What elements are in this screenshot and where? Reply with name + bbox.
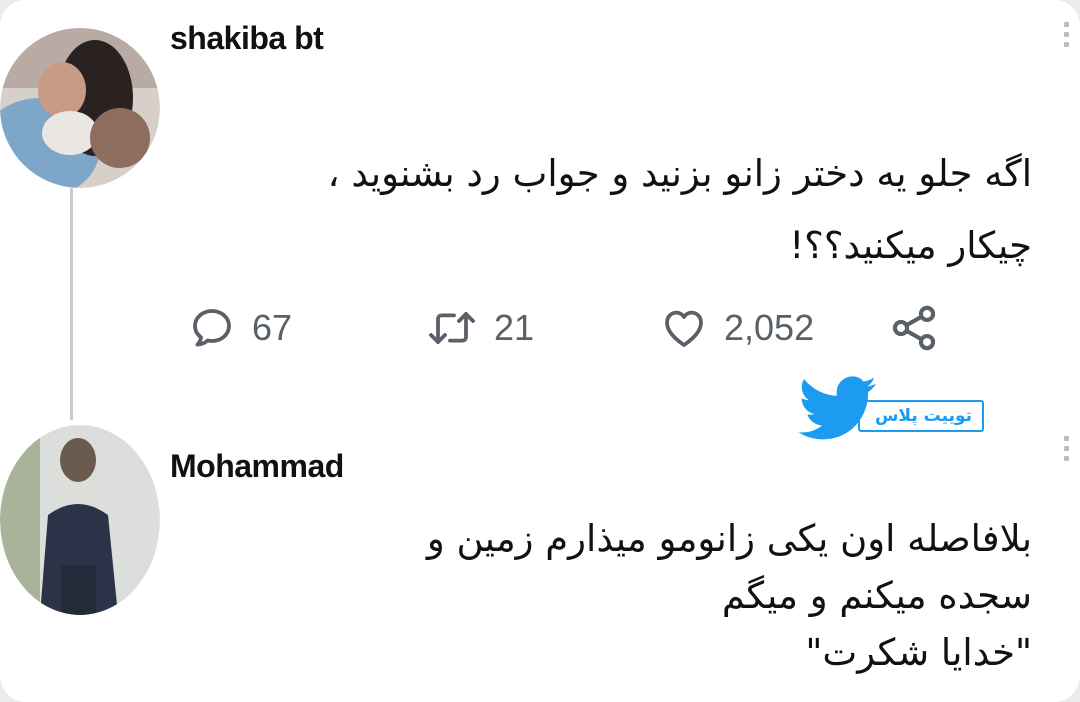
author-name[interactable]: shakiba bt: [170, 20, 324, 57]
retweet-count: 21: [494, 307, 535, 348]
reply-line: "خدایا شکرت": [805, 631, 1032, 674]
reply-button[interactable]: 67: [188, 300, 292, 356]
tweet-line: اگه جلو یه دختر زانو بزنید و جواب رد بشن…: [327, 152, 1032, 195]
tweet-line: چیکار میکنید؟؟!: [789, 224, 1032, 267]
more-options-icon[interactable]: [1064, 436, 1070, 466]
avatar[interactable]: [0, 425, 160, 615]
like-button[interactable]: 2,052: [660, 300, 814, 356]
author-name[interactable]: Mohammad: [170, 448, 344, 485]
thread-connector-line: [70, 188, 73, 420]
watermark-logo: توییت پلاس: [798, 376, 988, 442]
more-options-icon[interactable]: [1064, 22, 1070, 52]
screenshot-frame: shakiba bt اگه جلو یه دختر زانو بزنید و …: [0, 0, 1080, 702]
reply-body: بلافاصله اون یکی زانومو میذارم زمین و سج…: [427, 510, 1032, 681]
retweet-icon: [429, 312, 475, 344]
tweet-body: اگه جلو یه دختر زانو بزنید و جواب رد بشن…: [328, 138, 1032, 282]
comment-bubble-icon: [193, 309, 231, 347]
retweet-button[interactable]: 21: [426, 300, 534, 356]
share-icon: [892, 305, 936, 351]
like-count: 2,052: [724, 307, 815, 348]
reply-line: بلافاصله اون یکی زانومو میذارم زمین و: [426, 517, 1032, 560]
watermark-text: توییت پلاس: [874, 406, 972, 426]
tweet-action-bar: 67 21 2,052: [188, 300, 948, 356]
heart-icon: [665, 310, 703, 347]
reply-count: 67: [252, 307, 293, 348]
avatar[interactable]: [0, 28, 160, 188]
avatar-photo: [0, 425, 160, 615]
twitter-bird-icon: [798, 376, 877, 440]
reply-line: سجده میکنم و میگم: [721, 574, 1032, 617]
avatar-photo: [0, 28, 160, 188]
share-button[interactable]: [888, 300, 940, 356]
